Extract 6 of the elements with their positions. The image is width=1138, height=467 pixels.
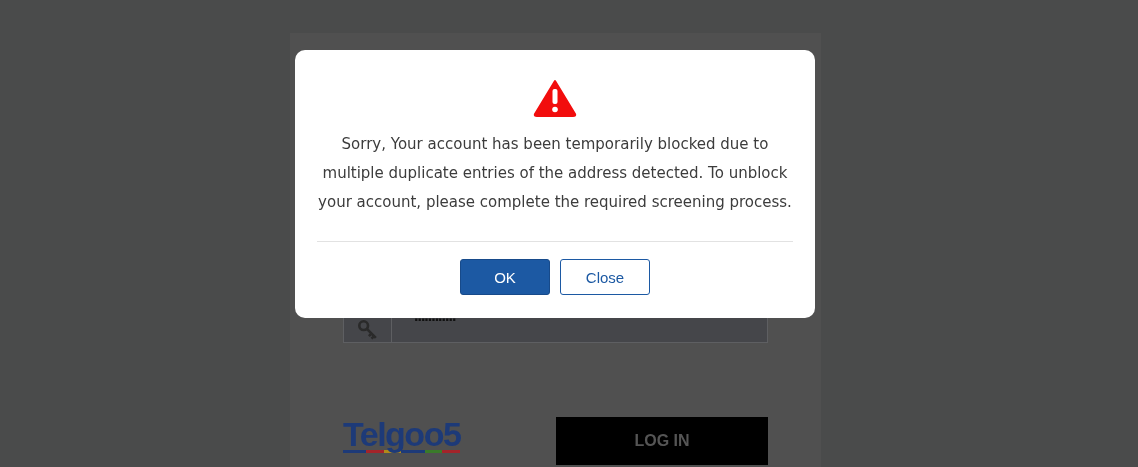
ok-button[interactable]: OK — [460, 259, 550, 295]
key-icon — [357, 320, 378, 340]
close-button[interactable]: Close — [560, 259, 650, 295]
password-value: ............ — [413, 306, 456, 326]
alert-message: Sorry, Your account has been temporarily blocked due to multiple duplicate entries of the address detected. To unblock your account, please complete the required screening process. — [317, 134, 793, 213]
warning-icon — [533, 79, 577, 117]
